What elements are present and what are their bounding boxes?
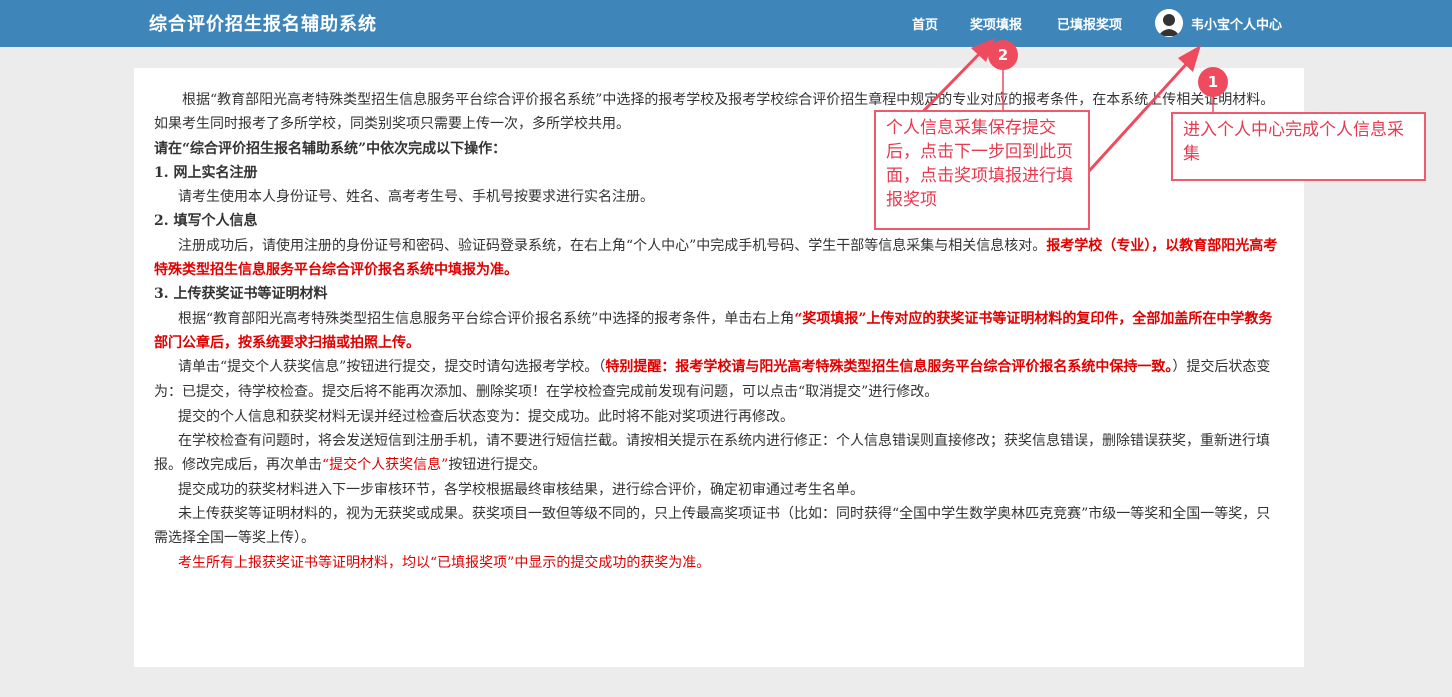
step-badge-2: 2 xyxy=(988,40,1018,70)
annotation-arrows xyxy=(903,38,1214,227)
callout-user-center: 进入个人中心完成个人信息采集 xyxy=(1171,112,1426,181)
callout-award-entry: 个人信息采集保存提交后，点击下一步回到此页面，点击奖项填报进行填报奖项 xyxy=(874,110,1090,230)
step-badge-1: 1 xyxy=(1198,67,1228,97)
